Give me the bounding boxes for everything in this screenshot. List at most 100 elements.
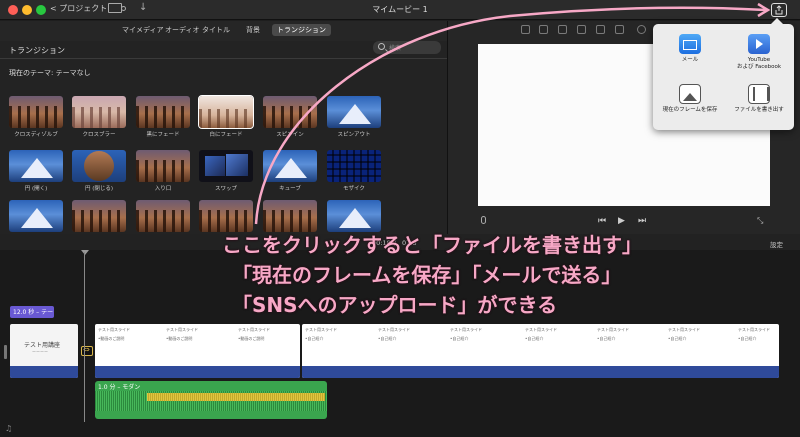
- share-youtube-label: YouTube および Facebook: [736, 57, 782, 70]
- search-placeholder: 検索: [389, 45, 402, 52]
- transition-thumbnail[interactable]: [327, 150, 381, 182]
- transition-label: クロスブラー: [82, 132, 116, 138]
- minimize-window-button[interactable]: [22, 5, 32, 15]
- transition-thumbnail[interactable]: [263, 96, 317, 128]
- current-theme-label: 現在のテーマ: テーマなし: [9, 69, 91, 77]
- speed-icon[interactable]: [637, 25, 646, 34]
- transition-thumbnail[interactable]: [136, 96, 190, 128]
- slide-bullet-text: •動画のご説明: [238, 336, 265, 341]
- skip-back-icon[interactable]: ⏮: [598, 216, 606, 226]
- transition-label: キューブ: [279, 186, 301, 192]
- transition-label: 円 (開く): [24, 186, 48, 192]
- panel-divider: [0, 58, 447, 59]
- tab-titles[interactable]: タイトル: [202, 25, 230, 35]
- slide-bullet-text: •自己紹介: [668, 336, 687, 341]
- slide-title-text: テスト用スライド: [738, 327, 770, 332]
- timeline-settings-button[interactable]: 設定: [770, 239, 783, 249]
- share-email-label: メール: [681, 57, 699, 63]
- transition-thumbnail[interactable]: [199, 200, 253, 232]
- transition-thumbnail[interactable]: [72, 150, 126, 182]
- transition-thumbnail[interactable]: [263, 200, 317, 232]
- panel-title: トランジション: [9, 46, 65, 55]
- stabilization-icon[interactable]: [577, 25, 586, 34]
- annotation-line-3: 「SNSへのアップロード」ができる: [232, 293, 558, 317]
- share-save-frame-item[interactable]: 現在のフレームを保存: [656, 84, 724, 114]
- slide-title-text: テスト用スライド: [378, 327, 410, 332]
- slide-title-text: テスト用スライド: [525, 327, 557, 332]
- transition-marker[interactable]: [81, 345, 93, 356]
- transition-label: 黒にフェード: [146, 132, 180, 138]
- slide-bullet-text: •動画のご説明: [166, 336, 193, 341]
- color-balance-icon[interactable]: [521, 25, 530, 34]
- slide-bullet-text: •自己紹介: [597, 336, 616, 341]
- slide-bullet-text: •自己紹介: [305, 336, 324, 341]
- volume-icon[interactable]: [596, 25, 605, 34]
- transition-thumbnail[interactable]: [263, 150, 317, 182]
- share-export-file-label: ファイルを書き出す: [734, 107, 784, 113]
- tab-backgrounds[interactable]: 背景: [246, 25, 260, 35]
- transition-thumbnail[interactable]: [9, 96, 63, 128]
- share-icon: [775, 5, 783, 15]
- title-clip-bar[interactable]: 12.0 秒 – テー: [10, 306, 54, 318]
- transition-thumbnail[interactable]: [327, 200, 381, 232]
- share-youtube-facebook-item[interactable]: YouTube および Facebook: [725, 34, 793, 71]
- share-export-file-item[interactable]: ファイルを書き出す: [725, 84, 793, 114]
- transition-thumbnail[interactable]: [9, 200, 63, 232]
- color-correction-icon[interactable]: [539, 25, 548, 34]
- transition-thumbnail[interactable]: [327, 96, 381, 128]
- transition-label: スワップ: [214, 186, 237, 192]
- title-video-clip[interactable]: テスト用講座 ーーーー: [10, 324, 78, 378]
- playhead-handle[interactable]: [81, 250, 89, 255]
- crop-icon[interactable]: [558, 25, 567, 34]
- transition-thumbnail[interactable]: [72, 96, 126, 128]
- import-arrow-icon[interactable]: ↓: [139, 2, 147, 13]
- title-clip-text: テスト用講座: [24, 342, 61, 349]
- transition-thumbnail[interactable]: [9, 150, 63, 182]
- transition-thumbnail[interactable]: [136, 150, 190, 182]
- clip-audio-strip: [302, 366, 779, 378]
- playhead[interactable]: [84, 252, 85, 422]
- transition-thumbnail[interactable]: [72, 200, 126, 232]
- zoom-window-button[interactable]: [36, 5, 46, 15]
- share-button[interactable]: [771, 3, 787, 17]
- slide-bullet-text: •動画のご説明: [98, 336, 125, 341]
- transition-thumbnail[interactable]: [199, 150, 253, 182]
- search-field[interactable]: 検索: [373, 41, 441, 54]
- audio-clip-label: 1.0 分 – モダン: [98, 384, 141, 391]
- transition-thumbnail[interactable]: [198, 95, 254, 129]
- noise-reduction-icon[interactable]: [615, 25, 624, 34]
- tab-my-media[interactable]: マイメディア: [122, 25, 164, 35]
- title-clip-subtext: ーーーー: [32, 349, 48, 354]
- background-music-clip[interactable]: 1.0 分 – モダン: [95, 381, 327, 419]
- tab-transitions[interactable]: トランジション: [272, 24, 331, 36]
- transition-label: スピンアウト: [337, 132, 371, 138]
- tab-audio[interactable]: オーディオ: [165, 25, 200, 35]
- title-clip-label: 12.0 秒 – テー: [13, 309, 54, 316]
- slide-title-text: テスト用スライド: [166, 327, 198, 332]
- mail-icon: [679, 34, 701, 54]
- media-browser-icon[interactable]: [108, 3, 126, 13]
- window-title: マイムービー 1: [372, 5, 428, 14]
- slide-bullet-text: •自己紹介: [525, 336, 544, 341]
- play-icon[interactable]: ▶: [618, 216, 625, 226]
- skip-forward-icon[interactable]: ⏭: [638, 216, 646, 226]
- transition-label: 白にフェード: [209, 132, 243, 138]
- browser-tab-bar: マイメディア オーディオ タイトル 背景 トランジション: [0, 21, 447, 41]
- share-email-item[interactable]: メール: [656, 34, 724, 64]
- fullscreen-icon[interactable]: ⤡: [757, 216, 763, 226]
- annotation-line-2: 「現在のフレームを保存」「メールで送る」: [232, 263, 622, 287]
- slide-title-text: テスト用スライド: [597, 327, 629, 332]
- clip-audio-strip: [10, 366, 78, 378]
- music-note-icon: ♫: [5, 424, 13, 433]
- close-window-button[interactable]: [8, 5, 18, 15]
- voiceover-mic-icon[interactable]: [481, 216, 486, 224]
- back-to-projects-button[interactable]: < プロジェクト: [50, 3, 107, 14]
- transition-label: モザイク: [343, 186, 365, 192]
- timeline-resize-handle[interactable]: [4, 345, 7, 359]
- slide-title-text: テスト用スライド: [238, 327, 270, 332]
- transition-thumbnail[interactable]: [136, 200, 190, 232]
- transition-label: スピンイン: [276, 132, 304, 138]
- share-popover: メール YouTube および Facebook 現在のフレームを保存 ファイル…: [653, 18, 794, 130]
- slide-bullet-text: •自己紹介: [738, 336, 757, 341]
- youtube-icon: [748, 34, 770, 54]
